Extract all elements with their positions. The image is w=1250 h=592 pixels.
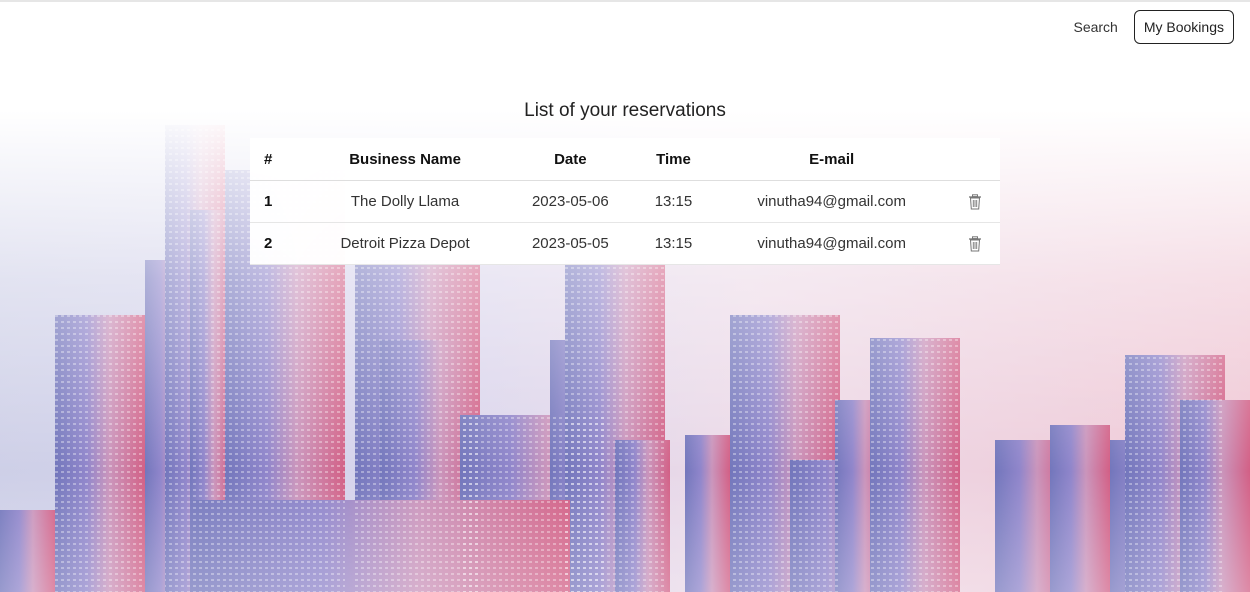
top-nav: Search My Bookings [1071, 10, 1234, 44]
row-delete-cell [950, 180, 1000, 223]
row-business-name: The Dolly Llama [303, 180, 507, 223]
row-number: 2 [250, 222, 304, 265]
row-date: 2023-05-06 [506, 180, 634, 223]
header-actions [950, 138, 1000, 181]
table-row: 1 The Dolly Llama 2023-05-06 13:15 vinut… [250, 180, 1000, 223]
table-header-row: # Business Name Date Time E-mail [250, 138, 1000, 181]
header-time: Time [633, 138, 714, 181]
row-time: 13:15 [633, 222, 714, 265]
row-time: 13:15 [633, 180, 714, 223]
table-row: 2 Detroit Pizza Depot 2023-05-05 13:15 v… [250, 222, 1000, 265]
row-date: 2023-05-05 [506, 222, 634, 265]
trash-icon[interactable] [968, 194, 982, 210]
header-number: # [250, 138, 304, 181]
page-title: List of your reservations [524, 100, 726, 121]
row-number: 1 [250, 180, 304, 223]
my-bookings-button[interactable]: My Bookings [1133, 10, 1234, 44]
header-date: Date [506, 138, 634, 181]
row-delete-cell [950, 222, 1000, 265]
top-border [0, 0, 1250, 2]
trash-icon[interactable] [968, 236, 982, 252]
reservations-table-container: # Business Name Date Time E-mail 1 The D… [250, 138, 1000, 265]
row-email: vinutha94@gmail.com [713, 180, 951, 223]
header-business-name: Business Name [303, 138, 507, 181]
search-link[interactable]: Search [1071, 13, 1119, 41]
row-business-name: Detroit Pizza Depot [303, 222, 507, 265]
row-email: vinutha94@gmail.com [713, 222, 951, 265]
reservations-table: # Business Name Date Time E-mail 1 The D… [250, 138, 1000, 265]
header-email: E-mail [713, 138, 951, 181]
